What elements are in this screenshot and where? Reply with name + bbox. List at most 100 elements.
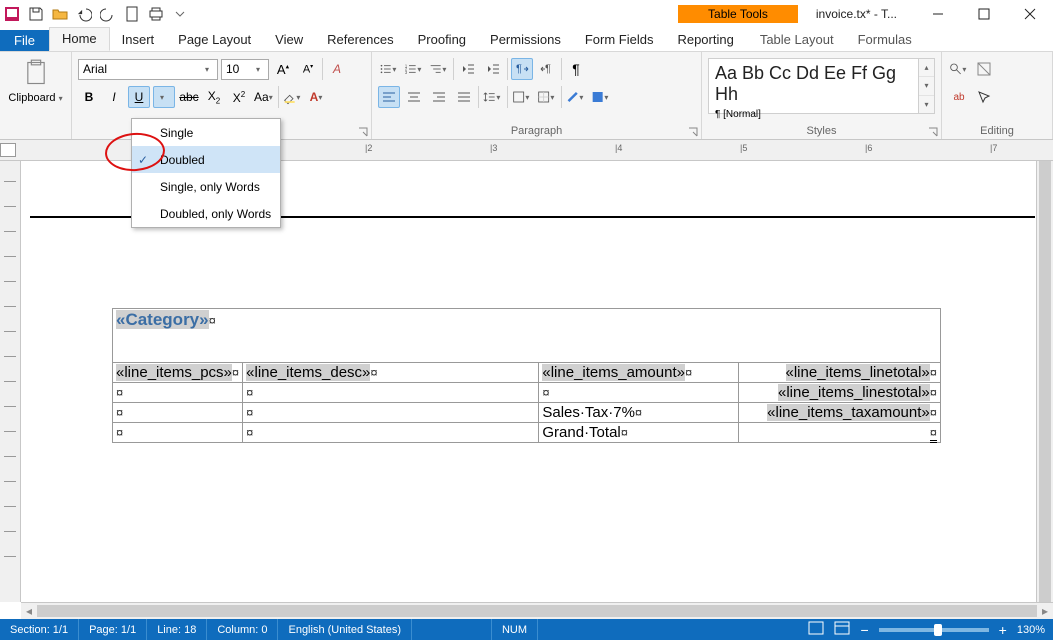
style-down-icon[interactable]: ▾ [919, 77, 934, 95]
ribbon-group-styles: Aa Bb Cc Dd Ee Ff Gg Hh ¶ [Normal] ▴ ▾ ▾… [702, 52, 942, 139]
tab-home[interactable]: Home [49, 27, 110, 51]
styles-dialog-launcher[interactable] [928, 126, 938, 136]
tab-selector[interactable] [0, 143, 16, 157]
styles-gallery[interactable]: Aa Bb Cc Dd Ee Ff Gg Hh ¶ [Normal] ▴ ▾ ▾ [708, 58, 935, 114]
style-up-icon[interactable]: ▴ [919, 59, 934, 77]
save-icon[interactable] [26, 4, 46, 24]
align-right-button[interactable] [428, 86, 450, 108]
vertical-ruler[interactable] [0, 161, 21, 602]
grow-font-icon[interactable]: A▴ [272, 58, 294, 80]
table-row: ¤¤ Sales·Tax·7%¤ «line_items_taxamount»¤ [113, 403, 941, 423]
status-section[interactable]: Section: 1/1 [0, 619, 79, 640]
tab-page-layout[interactable]: Page Layout [166, 29, 263, 51]
clear-formatting-icon[interactable]: A [326, 58, 348, 80]
redo-icon[interactable] [98, 4, 118, 24]
app-icon[interactable] [2, 4, 22, 24]
tab-file[interactable]: File [0, 30, 49, 51]
tab-view[interactable]: View [263, 29, 315, 51]
font-size-select[interactable]: 10▾ [221, 59, 269, 80]
horizontal-scrollbar[interactable]: ◂ ▸ [21, 602, 1053, 619]
ribbon-group-editing: ▾ ab Editing [942, 52, 1053, 139]
multilevel-button[interactable]: ▾ [428, 58, 450, 80]
font-dialog-launcher[interactable] [358, 126, 368, 136]
decrease-indent-button[interactable] [457, 58, 479, 80]
tab-reporting[interactable]: Reporting [665, 29, 745, 51]
status-line[interactable]: Line: 18 [147, 619, 207, 640]
close-button[interactable] [1007, 0, 1053, 28]
vertical-scrollbar[interactable] [1036, 161, 1053, 602]
font-name-select[interactable]: Arial▾ [78, 59, 218, 80]
tab-references[interactable]: References [315, 29, 405, 51]
underline-doubled[interactable]: ✓Doubled [132, 146, 280, 173]
group-label-styles: Styles [702, 125, 941, 139]
maximize-button[interactable] [961, 0, 1007, 28]
status-language[interactable]: English (United States) [278, 619, 412, 640]
shading-button[interactable]: ▾ [511, 86, 533, 108]
zoom-slider[interactable] [879, 628, 989, 632]
table-row: ¤¤ Grand·Total¤ ¤ [113, 423, 941, 443]
subscript-button[interactable]: X2 [203, 86, 225, 108]
bullets-button[interactable]: ▾ [378, 58, 400, 80]
underline-dropdown[interactable]: ▾ [153, 86, 175, 108]
invoice-table[interactable]: «Category»¤ «line_items_pcs»¤ «line_item… [112, 308, 941, 443]
underline-single[interactable]: Single [132, 119, 280, 146]
select-button[interactable] [973, 86, 995, 108]
tab-table-layout[interactable]: Table Layout [748, 29, 846, 51]
ribbon-group-paragraph: ▾ 123▾ ▾ ¶ ¶ ¶ ▾ ▾ ▾ [372, 52, 702, 139]
tab-form-fields[interactable]: Form Fields [573, 29, 666, 51]
tab-insert[interactable]: Insert [110, 29, 167, 51]
tab-permissions[interactable]: Permissions [478, 29, 573, 51]
increase-indent-button[interactable] [482, 58, 504, 80]
borders-button[interactable]: ▾ [536, 86, 558, 108]
new-doc-icon[interactable] [122, 4, 142, 24]
italic-button[interactable]: I [103, 86, 125, 108]
show-marks-button[interactable]: ¶ [565, 58, 587, 80]
underline-button[interactable]: U [128, 86, 150, 108]
underline-single-words[interactable]: Single, only Words [132, 173, 280, 200]
font-color-button[interactable]: A▾ [307, 86, 329, 108]
frame-line-button[interactable]: ▾ [590, 86, 612, 108]
superscript-button[interactable]: X2 [228, 86, 250, 108]
paste-button[interactable]: Clipboard ▾ [6, 58, 65, 104]
minimize-button[interactable] [915, 0, 961, 28]
numbering-button[interactable]: 123▾ [403, 58, 425, 80]
sales-tax-label: Sales·Tax·7% [542, 404, 635, 421]
replace-ab-button[interactable]: ab [948, 86, 970, 108]
paragraph-dialog-launcher[interactable] [688, 126, 698, 136]
align-justify-button[interactable] [453, 86, 475, 108]
bold-button[interactable]: B [78, 86, 100, 108]
view-print-icon[interactable] [808, 621, 824, 638]
view-web-icon[interactable] [834, 621, 850, 638]
rtl-button[interactable]: ¶ [536, 58, 558, 80]
group-label-editing: Editing [942, 125, 1052, 139]
open-icon[interactable] [50, 4, 70, 24]
line-spacing-button[interactable]: ▾ [482, 86, 504, 108]
zoom-level[interactable]: 130% [1017, 624, 1045, 636]
tab-formulas[interactable]: Formulas [846, 29, 924, 51]
status-page[interactable]: Page: 1/1 [79, 619, 147, 640]
page[interactable]: «Category»¤ «line_items_pcs»¤ «line_item… [30, 166, 1035, 599]
ltr-button[interactable]: ¶ [511, 58, 533, 80]
merge-field-linetotal: «line_items_linetotal» [786, 364, 930, 381]
underline-doubled-words[interactable]: Doubled, only Words [132, 200, 280, 227]
style-more-icon[interactable]: ▾ [919, 96, 934, 113]
window-controls [915, 0, 1053, 28]
tab-proofing[interactable]: Proofing [406, 29, 478, 51]
align-center-button[interactable] [403, 86, 425, 108]
strikethrough-button[interactable]: abc [178, 86, 200, 108]
change-case-button[interactable]: Aa▾ [253, 86, 275, 108]
align-left-button[interactable] [378, 86, 400, 108]
highlight-color-button[interactable]: ▾ [282, 86, 304, 108]
undo-icon[interactable] [74, 4, 94, 24]
status-column[interactable]: Column: 0 [207, 619, 278, 640]
zoom-in-button[interactable]: + [999, 622, 1007, 638]
zoom-out-button[interactable]: − [860, 622, 868, 638]
print-icon[interactable] [146, 4, 166, 24]
frame-fill-button[interactable]: ▾ [565, 86, 587, 108]
replace-button[interactable] [973, 58, 995, 80]
qat-more-icon[interactable] [170, 4, 190, 24]
checkmark-icon: ✓ [138, 153, 148, 167]
ribbon-group-clipboard: Clipboard ▾ [0, 52, 72, 139]
shrink-font-icon[interactable]: A▾ [297, 58, 319, 80]
find-button[interactable]: ▾ [948, 58, 970, 80]
